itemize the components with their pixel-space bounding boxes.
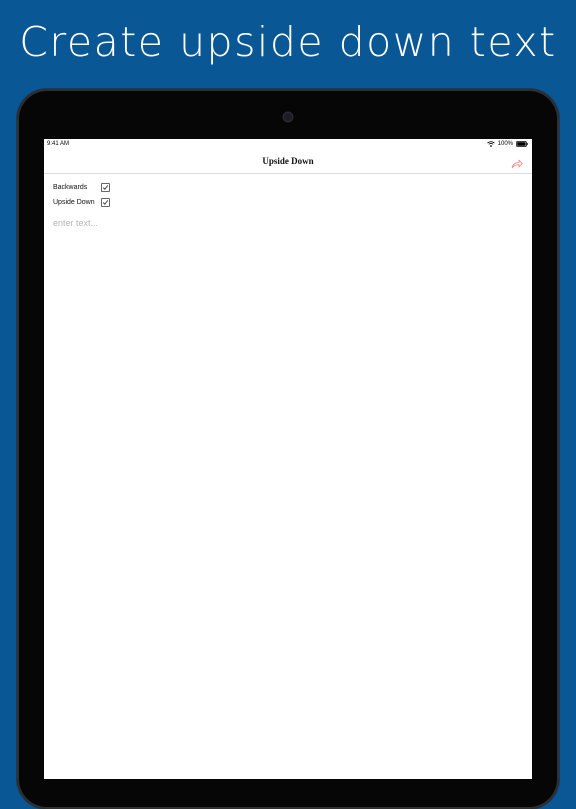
wifi-icon — [486, 140, 495, 147]
upside-down-label: Upside Down — [53, 198, 95, 206]
backwards-checkbox[interactable] — [101, 182, 110, 192]
status-bar: 9:41 AM 100% — [44, 139, 532, 151]
front-camera — [284, 113, 292, 121]
marketing-headline: Create upside down text — [19, 18, 557, 66]
battery-icon — [516, 140, 528, 147]
app-screen: 9:41 AM 100% Upside Down Backwards Upsid… — [44, 139, 532, 779]
option-backwards: Backwards — [53, 181, 110, 193]
page-title: Upside Down — [262, 156, 314, 166]
upside-down-checkbox[interactable] — [101, 197, 110, 207]
checkmark-icon — [102, 184, 109, 190]
text-entry-field[interactable] — [53, 218, 523, 758]
backwards-label: Backwards — [53, 183, 88, 191]
navigation-bar: Upside Down — [44, 151, 532, 174]
tablet-frame: 9:41 AM 100% Upside Down Backwards Upsid… — [17, 89, 559, 809]
share-arrow-icon[interactable] — [511, 156, 523, 169]
option-upside-down: Upside Down — [53, 196, 110, 208]
status-indicators: 100% — [486, 140, 528, 147]
checkmark-icon — [102, 199, 109, 205]
status-time: 9:41 AM — [47, 141, 70, 147]
battery-percent: 100% — [497, 140, 513, 147]
